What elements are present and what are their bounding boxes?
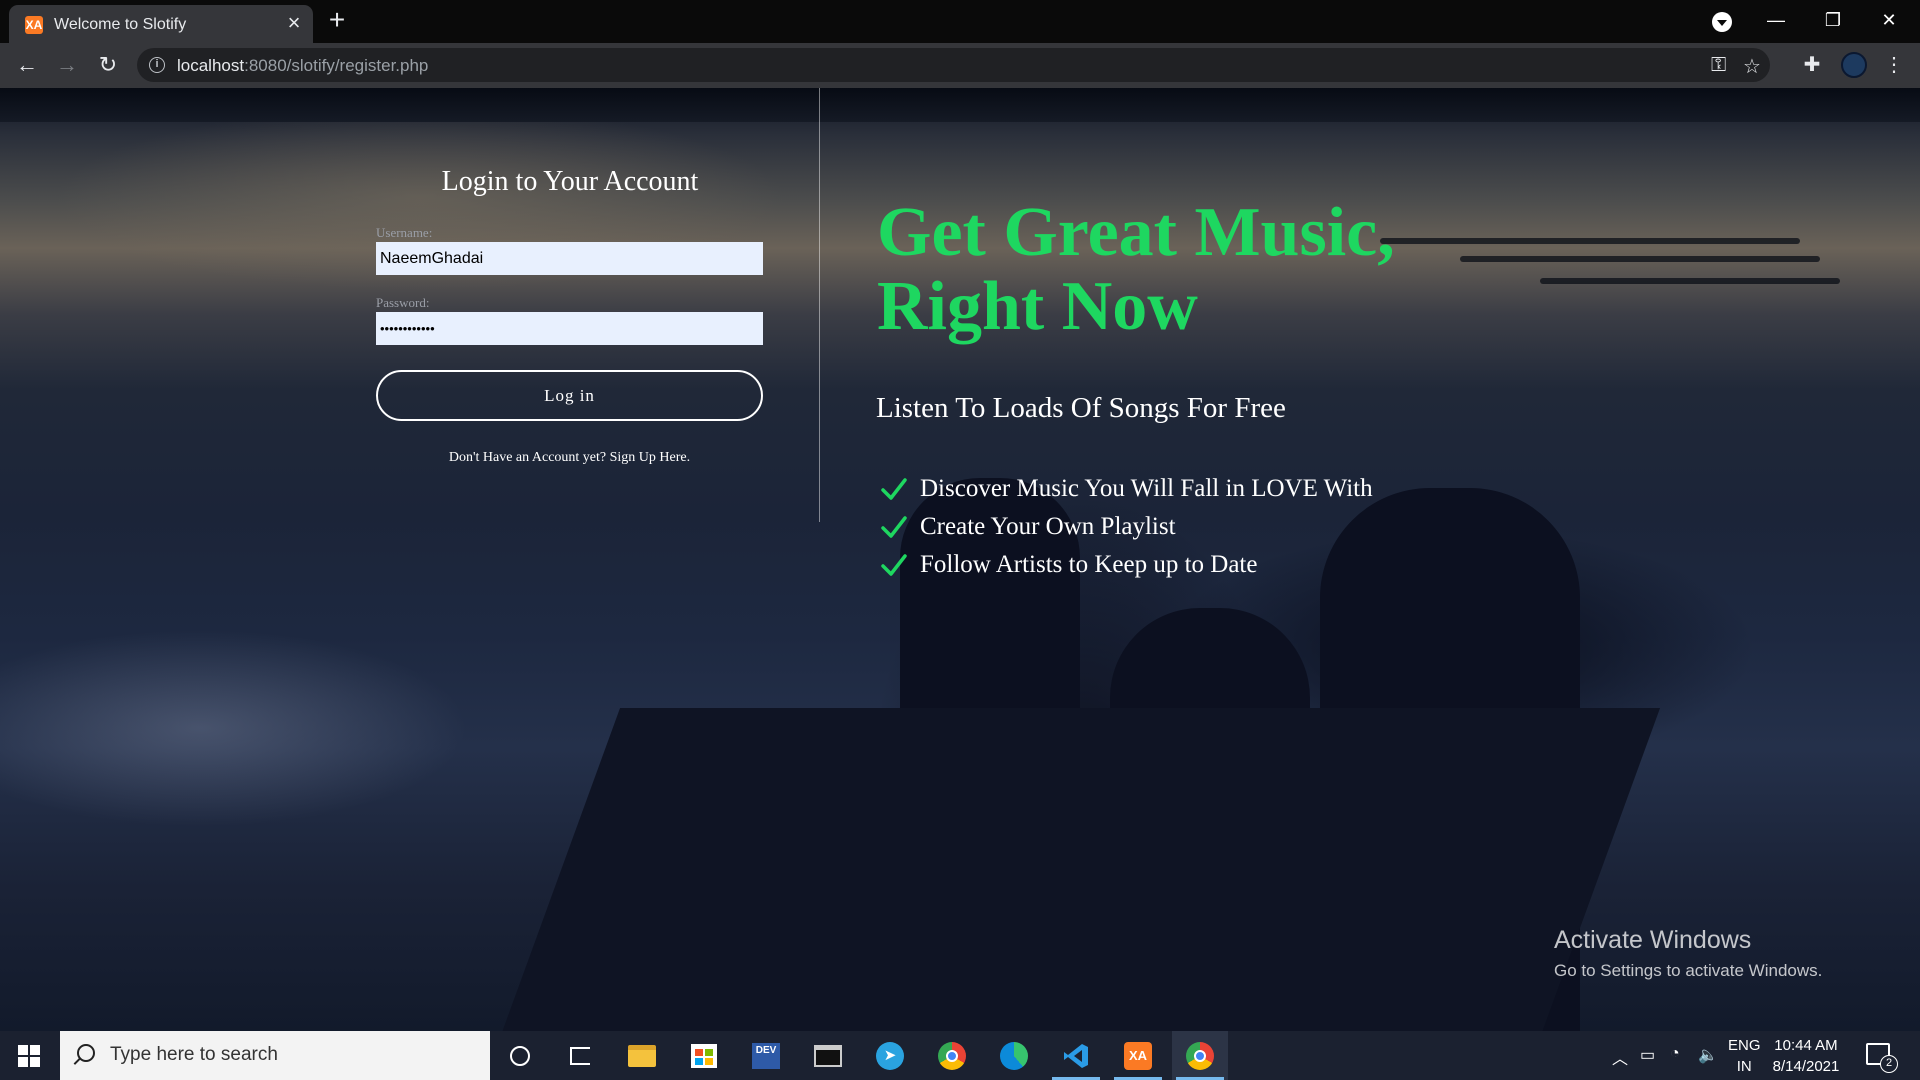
feature-item: Create Your Own Playlist xyxy=(880,508,1373,546)
volume-icon[interactable]: 🔈 xyxy=(1698,1045,1718,1065)
background-reflection xyxy=(1540,278,1840,284)
wifi-icon[interactable]: ◔ xyxy=(1670,1045,1680,1063)
xampp-icon[interactable]: XA xyxy=(1110,1031,1166,1080)
password-label: Password: xyxy=(376,295,430,310)
battery-icon[interactable]: ▭ xyxy=(1640,1045,1655,1065)
lang-region: IN xyxy=(1736,1058,1752,1075)
watermark-subtitle: Go to Settings to activate Windows. xyxy=(1554,961,1823,980)
notification-count-badge: 2 xyxy=(1880,1055,1898,1073)
activate-windows-watermark: Activate Windows Go to Settings to activ… xyxy=(1554,926,1822,981)
feature-list: Discover Music You Will Fall in LOVE Wit… xyxy=(880,470,1373,584)
signup-link[interactable]: Don't Have an Account yet? Sign Up Here. xyxy=(376,450,763,466)
system-clock[interactable]: 10:44 AM 8/14/2021 xyxy=(1764,1035,1848,1077)
windows-start-icon[interactable] xyxy=(18,1045,40,1067)
site-info-icon[interactable]: i xyxy=(149,57,165,73)
subheading: Listen To Loads Of Songs For Free xyxy=(876,392,1286,424)
profile-avatar[interactable] xyxy=(1841,52,1867,78)
back-arrow-icon[interactable]: ← xyxy=(12,50,42,80)
new-tab-button[interactable]: + xyxy=(321,4,353,36)
feature-text: Discover Music You Will Fall in LOVE Wit… xyxy=(920,475,1373,502)
register-page: Login to Your Account Username: Password… xyxy=(0,88,1920,1031)
lang-code: ENG xyxy=(1728,1037,1761,1054)
checkmark-icon xyxy=(881,478,907,500)
close-window-button[interactable]: ✕ xyxy=(1866,4,1912,36)
browser-tab[interactable]: XA Welcome to Slotify × xyxy=(9,5,313,43)
feature-text: Follow Artists to Keep up to Date xyxy=(920,551,1258,578)
feature-item: Follow Artists to Keep up to Date xyxy=(880,546,1373,584)
restore-button[interactable]: ❐ xyxy=(1810,4,1856,36)
extensions-puzzle-icon[interactable]: ✚ xyxy=(1798,52,1826,77)
clock-date: 8/14/2021 xyxy=(1772,1058,1840,1075)
microsoft-store-icon[interactable] xyxy=(676,1031,732,1080)
browser-tab-strip: XA Welcome to Slotify × + — ❐ ✕ xyxy=(0,0,1920,43)
browser-toolbar: ← → ↻ i localhost:8080/slotify/register.… xyxy=(0,43,1920,88)
url-host: localhost xyxy=(177,56,245,75)
minimize-button[interactable]: — xyxy=(1753,4,1799,36)
hero-headline: Get Great Music, Right Now xyxy=(877,196,1517,344)
language-indicator[interactable]: ENG IN xyxy=(1728,1035,1761,1077)
password-input[interactable] xyxy=(376,312,763,345)
devto-app-icon[interactable]: DEV xyxy=(738,1031,794,1080)
reload-icon[interactable]: ↻ xyxy=(93,50,123,80)
feature-text: Create Your Own Playlist xyxy=(920,513,1176,540)
edge-icon[interactable] xyxy=(986,1031,1042,1080)
address-bar[interactable]: i localhost:8080/slotify/register.php ⚿ … xyxy=(137,48,1770,82)
chrome-icon[interactable] xyxy=(924,1031,980,1080)
username-input[interactable] xyxy=(376,242,763,275)
feature-item: Discover Music You Will Fall in LOVE Wit… xyxy=(880,470,1373,508)
checkmark-icon xyxy=(881,516,907,538)
search-icon xyxy=(77,1044,95,1062)
cortana-icon[interactable] xyxy=(492,1031,548,1080)
search-placeholder: Type here to search xyxy=(110,1044,278,1065)
column-divider xyxy=(819,88,820,522)
watermark-title: Activate Windows xyxy=(1554,926,1752,954)
hero-headline-line2: Right Now xyxy=(877,268,1198,345)
bookmark-star-icon[interactable]: ☆ xyxy=(1743,54,1761,79)
file-explorer-icon[interactable] xyxy=(614,1031,670,1080)
background-treeline xyxy=(0,88,1920,122)
tab-title: Welcome to Slotify xyxy=(54,16,187,33)
username-label: Username: xyxy=(376,225,433,240)
windows-taskbar: Type here to search DEV ➤ XA ︿ ▭ ◔ 🔈 ENG… xyxy=(0,1031,1920,1080)
media-control-icon[interactable] xyxy=(1712,12,1732,32)
forward-arrow-icon[interactable]: → xyxy=(52,50,82,80)
login-title: Login to Your Account xyxy=(441,166,699,197)
clock-time: 10:44 AM xyxy=(1774,1037,1838,1054)
devto-label: DEV xyxy=(752,1042,780,1069)
chrome-active-icon[interactable] xyxy=(1172,1031,1228,1080)
url-text[interactable]: localhost:8080/slotify/register.php xyxy=(177,56,428,76)
url-path: :8080/slotify/register.php xyxy=(244,56,429,75)
background-dock xyxy=(499,708,1661,1031)
notification-center-icon[interactable]: 2 xyxy=(1866,1043,1898,1073)
menu-kebab-icon[interactable]: ⋮ xyxy=(1880,52,1908,77)
show-hidden-icons-chevron-icon[interactable]: ︿ xyxy=(1612,1045,1628,1069)
vscode-icon[interactable] xyxy=(1048,1031,1104,1080)
xampp-favicon-icon: XA xyxy=(25,16,43,34)
taskbar-search-box[interactable]: Type here to search xyxy=(60,1031,490,1080)
task-view-icon[interactable] xyxy=(552,1031,608,1080)
hero-headline-line1: Get Great Music, xyxy=(877,194,1395,271)
tab-close-icon[interactable]: × xyxy=(282,11,306,35)
checkmark-icon xyxy=(881,554,907,576)
login-button[interactable]: Log in xyxy=(376,370,763,421)
terminal-icon[interactable] xyxy=(800,1031,856,1080)
telegram-icon[interactable]: ➤ xyxy=(862,1031,918,1080)
key-icon[interactable]: ⚿ xyxy=(1711,54,1726,77)
